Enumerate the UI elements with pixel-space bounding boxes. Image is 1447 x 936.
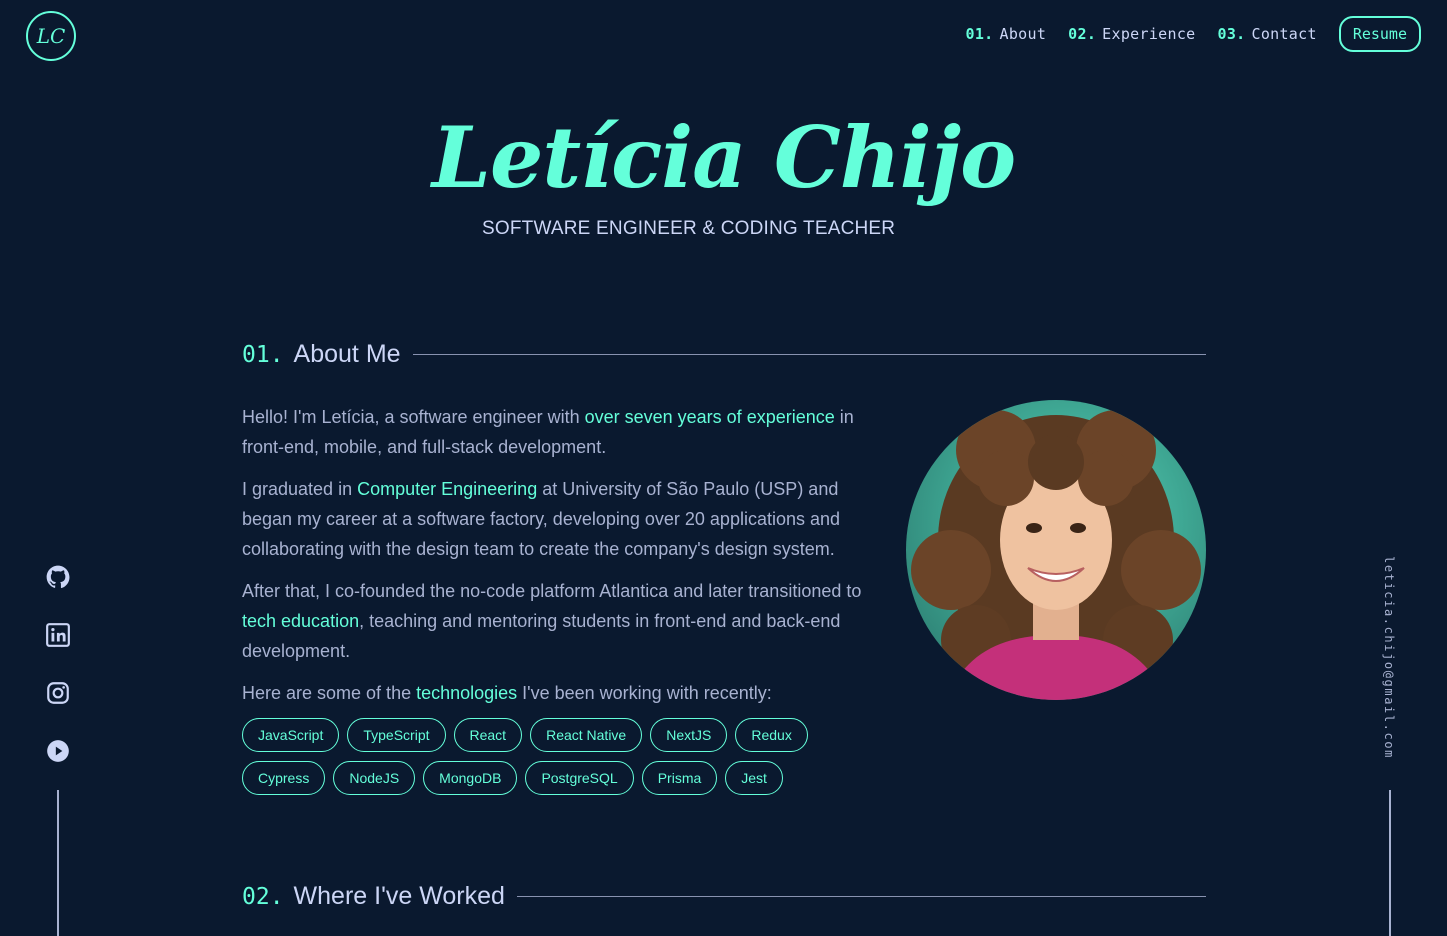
email-link[interactable]: leticia.chijo@gmail.com xyxy=(1382,556,1396,759)
profile-photo xyxy=(906,400,1206,700)
text: I graduated in xyxy=(242,479,358,499)
about-paragraph: After that, I co-founded the no-code pla… xyxy=(242,576,882,666)
text: I've been working with recently: xyxy=(517,683,772,703)
tech-tag: NodeJS xyxy=(333,761,416,795)
youtube-icon[interactable] xyxy=(45,738,71,764)
linkedin-icon[interactable] xyxy=(45,622,71,648)
section-divider xyxy=(516,896,1206,897)
text: Hello! I'm Letícia, a software engineer … xyxy=(242,407,585,427)
highlight: tech education xyxy=(242,611,360,631)
section-number: 01. xyxy=(242,341,284,368)
text: After that, I co-founded the no-code pla… xyxy=(242,581,862,601)
about-paragraph: Here are some of the technologies I've b… xyxy=(242,678,882,708)
tech-tag: MongoDB xyxy=(423,761,518,795)
top-nav: 01. About 02. Experience 03. Contact Resume xyxy=(966,16,1421,52)
tech-tag: NextJS xyxy=(650,718,728,752)
about-text: Hello! I'm Letícia, a software engineer … xyxy=(242,402,882,720)
nav-item-number: 02. xyxy=(1068,25,1097,43)
highlight: technologies xyxy=(416,683,518,703)
nav-item-number: 03. xyxy=(1217,25,1246,43)
tech-tag: Redux xyxy=(735,718,808,752)
logo-text: LC xyxy=(36,24,66,48)
hero-name: Letícia Chijo xyxy=(431,108,1016,207)
about-heading: 01. About Me xyxy=(242,340,1206,369)
section-title: About Me xyxy=(293,340,401,368)
tech-tag: Prisma xyxy=(641,761,718,795)
highlight: over seven years of experience xyxy=(584,407,835,427)
about-paragraph: Hello! I'm Letícia, a software engineer … xyxy=(242,402,882,462)
tech-tag: TypeScript xyxy=(347,718,446,752)
text: Here are some of the xyxy=(242,683,417,703)
section-title: Where I've Worked xyxy=(293,882,505,910)
tech-tag: PostgreSQL xyxy=(525,761,634,795)
section-divider xyxy=(412,354,1206,355)
social-links xyxy=(45,564,71,764)
tech-tag: Cypress xyxy=(242,761,326,795)
instagram-icon[interactable] xyxy=(45,680,71,706)
left-vertical-line xyxy=(57,790,59,936)
technology-tags: JavaScript TypeScript React React Native… xyxy=(242,718,882,795)
nav-item-about[interactable]: 01. About xyxy=(966,25,1047,43)
hero-subtitle: SOFTWARE ENGINEER & CODING TEACHER xyxy=(482,218,896,239)
github-icon[interactable] xyxy=(45,564,71,590)
section-number: 02. xyxy=(242,883,284,910)
portrait-illustration xyxy=(911,410,1201,700)
nav-item-number: 01. xyxy=(965,25,994,43)
about-paragraph: I graduated in Computer Engineering at U… xyxy=(242,474,882,564)
nav-item-label: Contact xyxy=(1251,25,1317,43)
tech-tag: JavaScript xyxy=(242,718,340,752)
nav-item-contact[interactable]: 03. Contact xyxy=(1217,25,1316,43)
experience-heading: 02. Where I've Worked xyxy=(242,882,1206,911)
tech-tag: React xyxy=(453,718,523,752)
resume-button[interactable]: Resume xyxy=(1338,16,1421,52)
nav-item-label: Experience xyxy=(1102,25,1196,43)
tech-tag: Jest xyxy=(725,761,783,795)
nav-item-label: About xyxy=(999,25,1047,43)
nav-item-experience[interactable]: 02. Experience xyxy=(1068,25,1195,43)
highlight: Computer Engineering xyxy=(357,479,538,499)
tech-tag: React Native xyxy=(530,718,643,752)
logo[interactable]: LC xyxy=(26,11,76,61)
right-vertical-line xyxy=(1389,790,1391,936)
